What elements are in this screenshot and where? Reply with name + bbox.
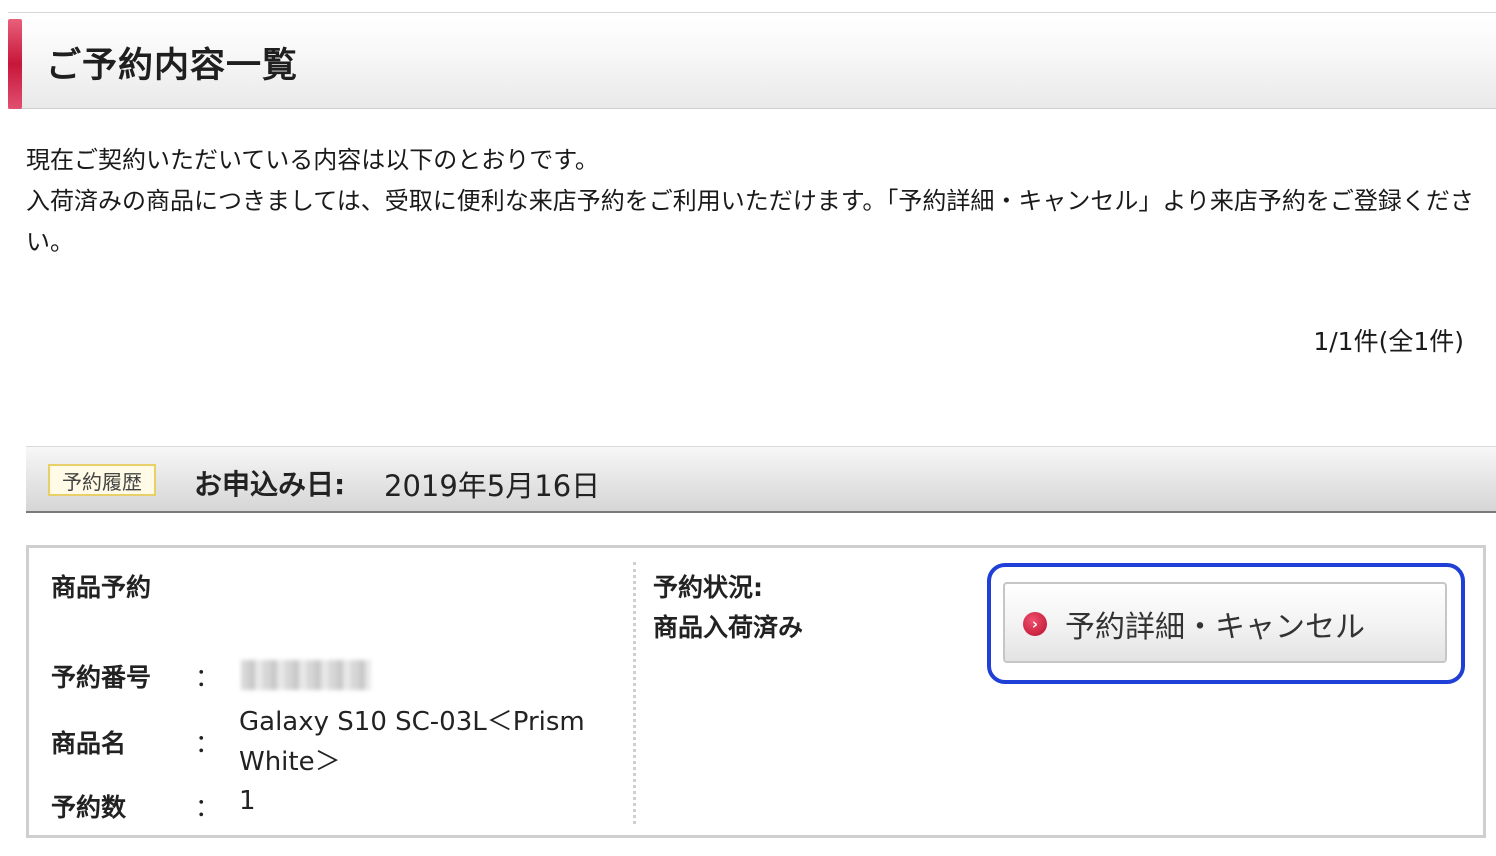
quantity-value: 1	[239, 786, 256, 816]
application-date-label: お申込み日:	[194, 468, 346, 501]
application-date-value: 2019年5月16日	[384, 469, 601, 503]
product-name-value: Galaxy S10 SC-03L＜Prism White＞	[239, 707, 585, 777]
quantity-label: 予約数	[51, 793, 127, 822]
reservation-number-redacted	[241, 660, 371, 690]
history-tag-badge: 予約履歴	[48, 464, 156, 496]
reservation-status-label: 予約状況:	[653, 573, 763, 602]
column-divider	[633, 562, 636, 824]
reservation-detail-cancel-button[interactable]: › 予約詳細・キャンセル	[1003, 582, 1447, 663]
reservation-card: 商品予約 予約番号 ： 商品名 ： Galaxy S10 SC-03L＜Pris…	[26, 545, 1486, 838]
intro-text: 現在ご契約いただいている内容は以下のとおりです。 入荷済みの商品につきましては、…	[26, 140, 1486, 263]
chevron-right-circle-icon: ›	[1023, 612, 1047, 636]
reservation-number-colon: ：	[195, 663, 221, 692]
result-count: 1/1件(全1件)	[1313, 327, 1464, 356]
intro-line-2: 入荷済みの商品につきましては、受取に便利な来店予約をご利用いただけます。「予約詳…	[26, 187, 1474, 256]
product-name-label: 商品名	[51, 729, 127, 758]
reservation-status-value: 商品入荷済み	[653, 613, 804, 642]
product-name-colon: ：	[195, 729, 221, 758]
reservation-section-title: 商品予約	[51, 573, 152, 602]
page-header: ご予約内容一覧	[8, 12, 1496, 109]
intro-line-1: 現在ご契約いただいている内容は以下のとおりです。	[26, 146, 599, 174]
detail-cancel-button-label: 予約詳細・キャンセル	[1065, 610, 1365, 645]
page-title: ご予約内容一覧	[46, 46, 299, 86]
header-accent-bar	[8, 19, 22, 109]
quantity-colon: ：	[195, 793, 221, 822]
history-bar: 予約履歴 お申込み日: 2019年5月16日	[26, 446, 1496, 513]
reservation-number-label: 予約番号	[51, 663, 152, 692]
